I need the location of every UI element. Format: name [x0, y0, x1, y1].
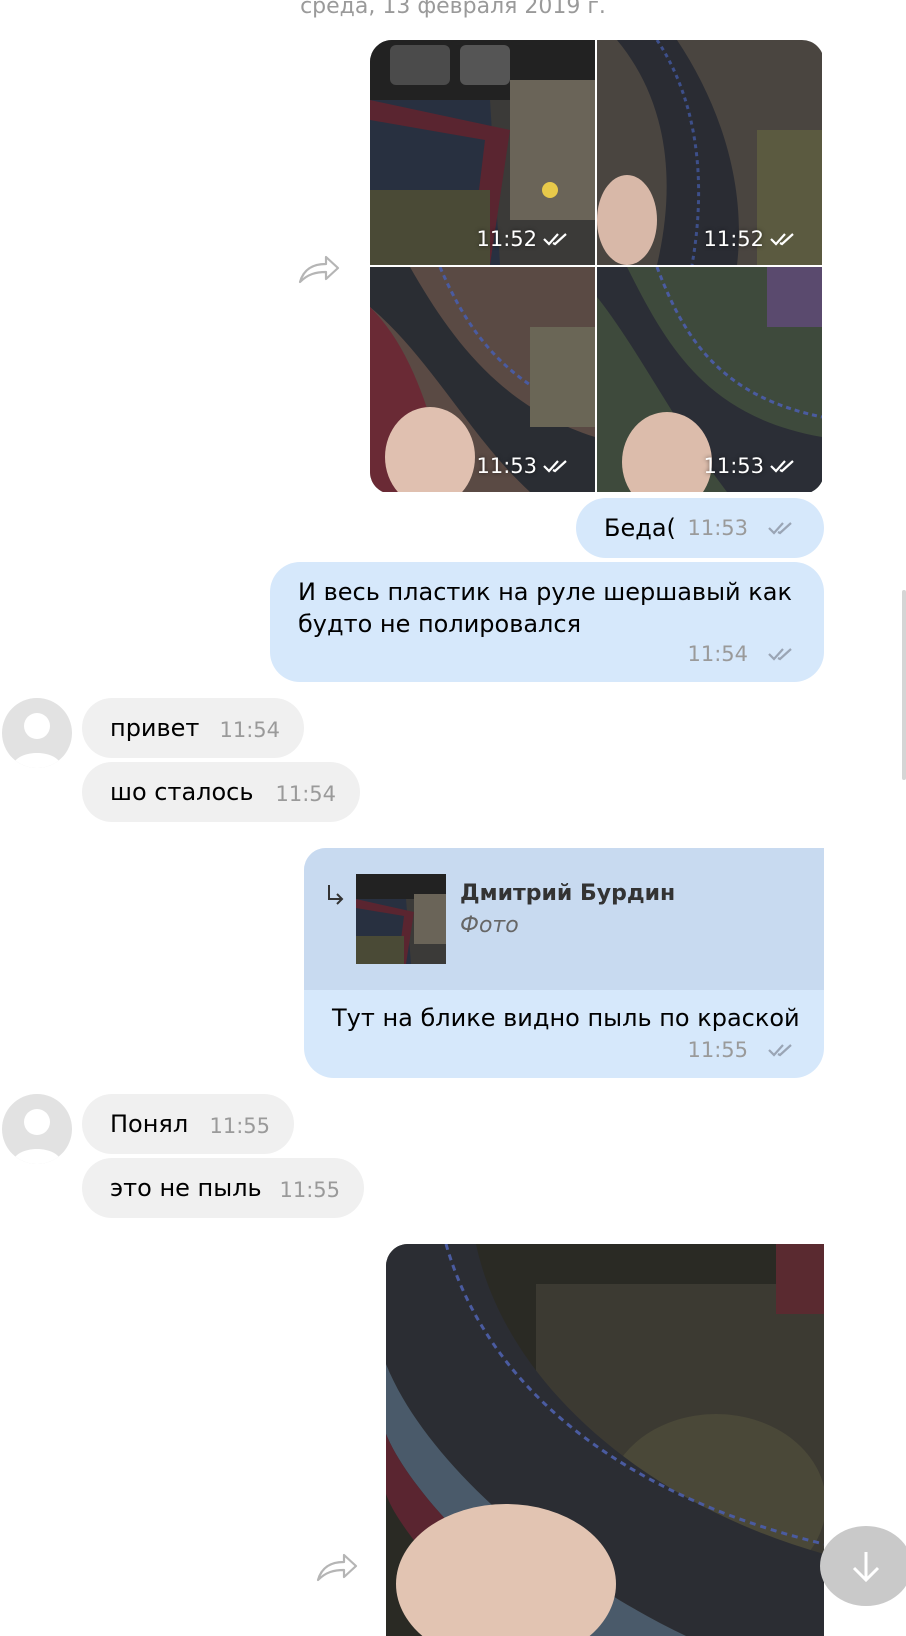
reply-author: Дмитрий Бурдин [460, 881, 676, 906]
photo-timestamp: 11:52 [703, 227, 800, 251]
message-text: Понял [110, 1110, 189, 1138]
message-text: Тут на блике видно пыль по краской [332, 1004, 800, 1032]
message-bubble-incoming[interactable]: привет 11:54 [82, 698, 304, 758]
share-icon[interactable] [298, 254, 340, 284]
scroll-to-bottom-button[interactable] [820, 1526, 906, 1606]
message-time: 11:55 [687, 1038, 748, 1062]
photo-timestamp: 11:52 [476, 227, 573, 251]
photo-timestamp: 11:53 [476, 454, 573, 478]
date-separator: среда, 13 февраля 2019 г. [300, 0, 606, 19]
message-time: 11:54 [687, 642, 748, 666]
message-text: шо сталось [110, 778, 254, 806]
message-time: 11:54 [275, 782, 336, 806]
double-check-icon [768, 522, 792, 535]
message-bubble-outgoing[interactable]: И весь пластик на руле шершавый как будт… [270, 562, 824, 682]
message-text: Беда( [604, 514, 676, 542]
double-check-icon [768, 648, 792, 661]
reply-arrow-icon [328, 885, 344, 905]
photo-album: 11:52 11:52 11:53 11:53 [370, 40, 824, 494]
album-photo[interactable]: 11:52 [370, 40, 595, 265]
album-photo[interactable]: 11:52 [597, 40, 822, 265]
message-photo[interactable] [386, 1244, 824, 1636]
album-photo[interactable]: 11:53 [370, 267, 595, 492]
double-check-icon [543, 233, 567, 246]
message-text: это не пыль [110, 1174, 262, 1202]
scrollbar[interactable] [902, 590, 906, 780]
message-bubble-incoming[interactable]: Понял 11:55 [82, 1094, 294, 1154]
contact-avatar[interactable] [2, 698, 72, 768]
album-photo[interactable]: 11:53 [597, 267, 822, 492]
message-time: 11:55 [279, 1178, 340, 1202]
message-time: 11:55 [209, 1114, 270, 1138]
arrow-down-icon [852, 1552, 880, 1583]
message-text-line: И весь пластик на руле шершавый как [298, 578, 792, 606]
share-icon[interactable] [316, 1552, 358, 1582]
message-bubble-incoming[interactable]: это не пыль 11:55 [82, 1158, 364, 1218]
message-bubble-incoming[interactable]: шо сталось 11:54 [82, 762, 360, 822]
message-bubble-outgoing-reply[interactable]: Дмитрий Бурдин Фото Тут на блике видно п… [304, 848, 824, 1078]
photo-timestamp: 11:53 [703, 454, 800, 478]
message-bubble-outgoing[interactable]: Беда( 11:53 [576, 498, 824, 558]
message-time: 11:53 [687, 516, 748, 540]
message-time: 11:54 [219, 718, 280, 742]
reply-quote[interactable]: Дмитрий Бурдин Фото [304, 848, 824, 990]
reply-attachment-type: Фото [460, 913, 519, 938]
message-text-line: будто не полировался [298, 610, 582, 638]
contact-avatar[interactable] [2, 1094, 72, 1164]
message-text: привет [110, 714, 200, 742]
double-check-icon [768, 1044, 792, 1057]
double-check-icon [543, 460, 567, 473]
default-avatar-icon [12, 1109, 62, 1164]
default-avatar-icon [12, 713, 62, 768]
double-check-icon [770, 460, 794, 473]
reply-photo-thumbnail[interactable] [356, 874, 446, 964]
double-check-icon [770, 233, 794, 246]
